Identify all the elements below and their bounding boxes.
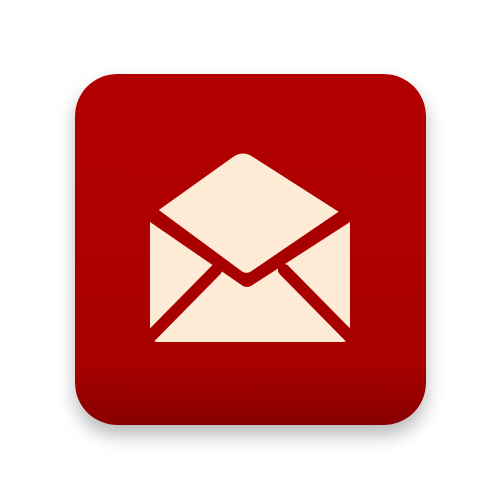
mail-app-icon[interactable] xyxy=(75,74,426,425)
mail-app-icon-graphic xyxy=(75,74,426,425)
icon-stage xyxy=(0,0,500,500)
